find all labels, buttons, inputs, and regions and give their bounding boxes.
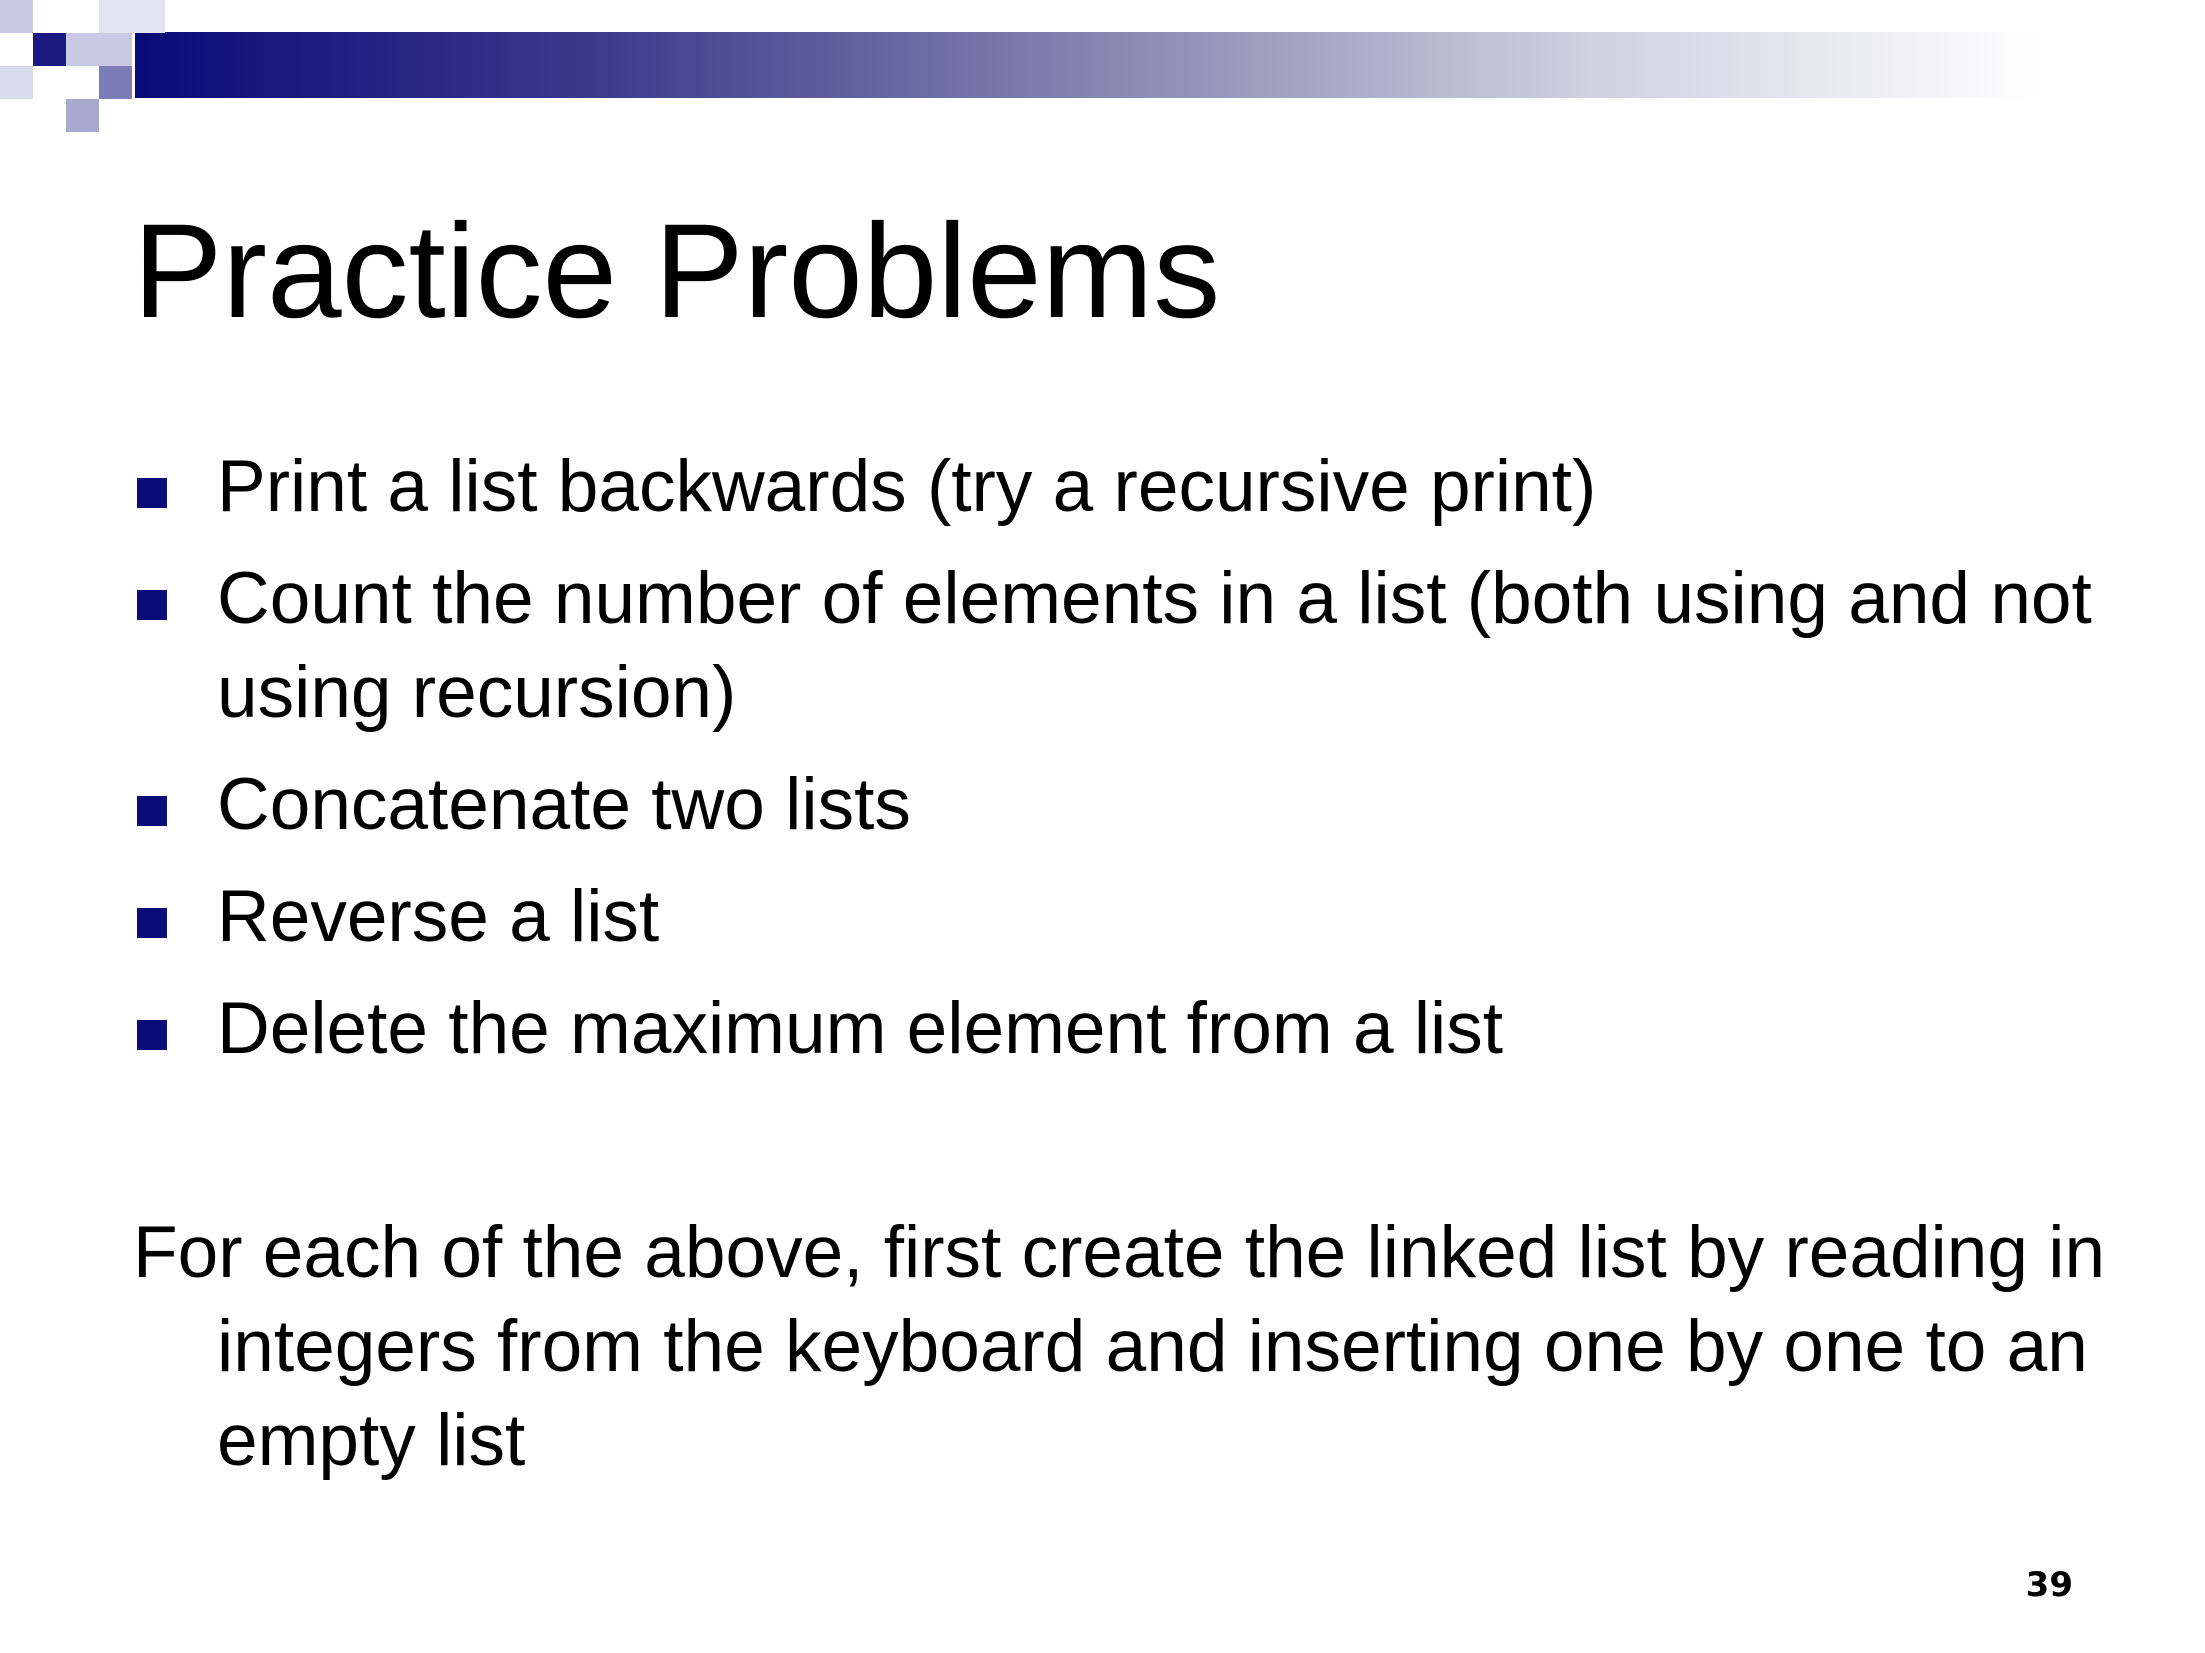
header-gradient-bar: [135, 32, 2205, 98]
bullet-item: Concatenate two lists: [133, 758, 2113, 852]
square-bullet-icon: [137, 478, 167, 508]
square-bullet-icon: [137, 590, 167, 620]
bullet-text: Count the number of elements in a list (…: [217, 558, 2092, 733]
bullet-item: Reverse a list: [133, 870, 2113, 964]
bullet-text: Concatenate two lists: [217, 764, 911, 845]
decorative-square: [66, 99, 99, 132]
square-bullet-icon: [137, 1020, 167, 1050]
slide: Practice Problems Print a list backwards…: [0, 0, 2205, 1653]
decorative-square: [99, 66, 132, 99]
bullet-item: Delete the maximum element from a list: [133, 982, 2113, 1076]
slide-title: Practice Problems: [133, 197, 1221, 346]
decorative-square: [99, 33, 132, 66]
bullet-text: Delete the maximum element from a list: [217, 988, 1504, 1069]
square-bullet-icon: [137, 796, 167, 826]
bullet-text: Reverse a list: [217, 876, 660, 957]
decorative-square: [99, 0, 165, 33]
instruction-note: For each of the above, first create the …: [133, 1212, 2106, 1481]
decorative-square: [0, 0, 33, 33]
bullet-text: Print a list backwards (try a recursive …: [217, 446, 1597, 527]
bullet-item: Print a list backwards (try a recursive …: [133, 440, 2113, 534]
decorative-square: [33, 33, 66, 66]
decorative-square: [66, 33, 99, 66]
square-bullet-icon: [137, 908, 167, 938]
decorative-square: [33, 0, 66, 33]
bullet-list: Print a list backwards (try a recursive …: [133, 440, 2113, 1094]
page-number: 39: [2025, 1565, 2073, 1605]
decorative-square: [0, 66, 33, 99]
bullet-item: Count the number of elements in a list (…: [133, 552, 2113, 740]
